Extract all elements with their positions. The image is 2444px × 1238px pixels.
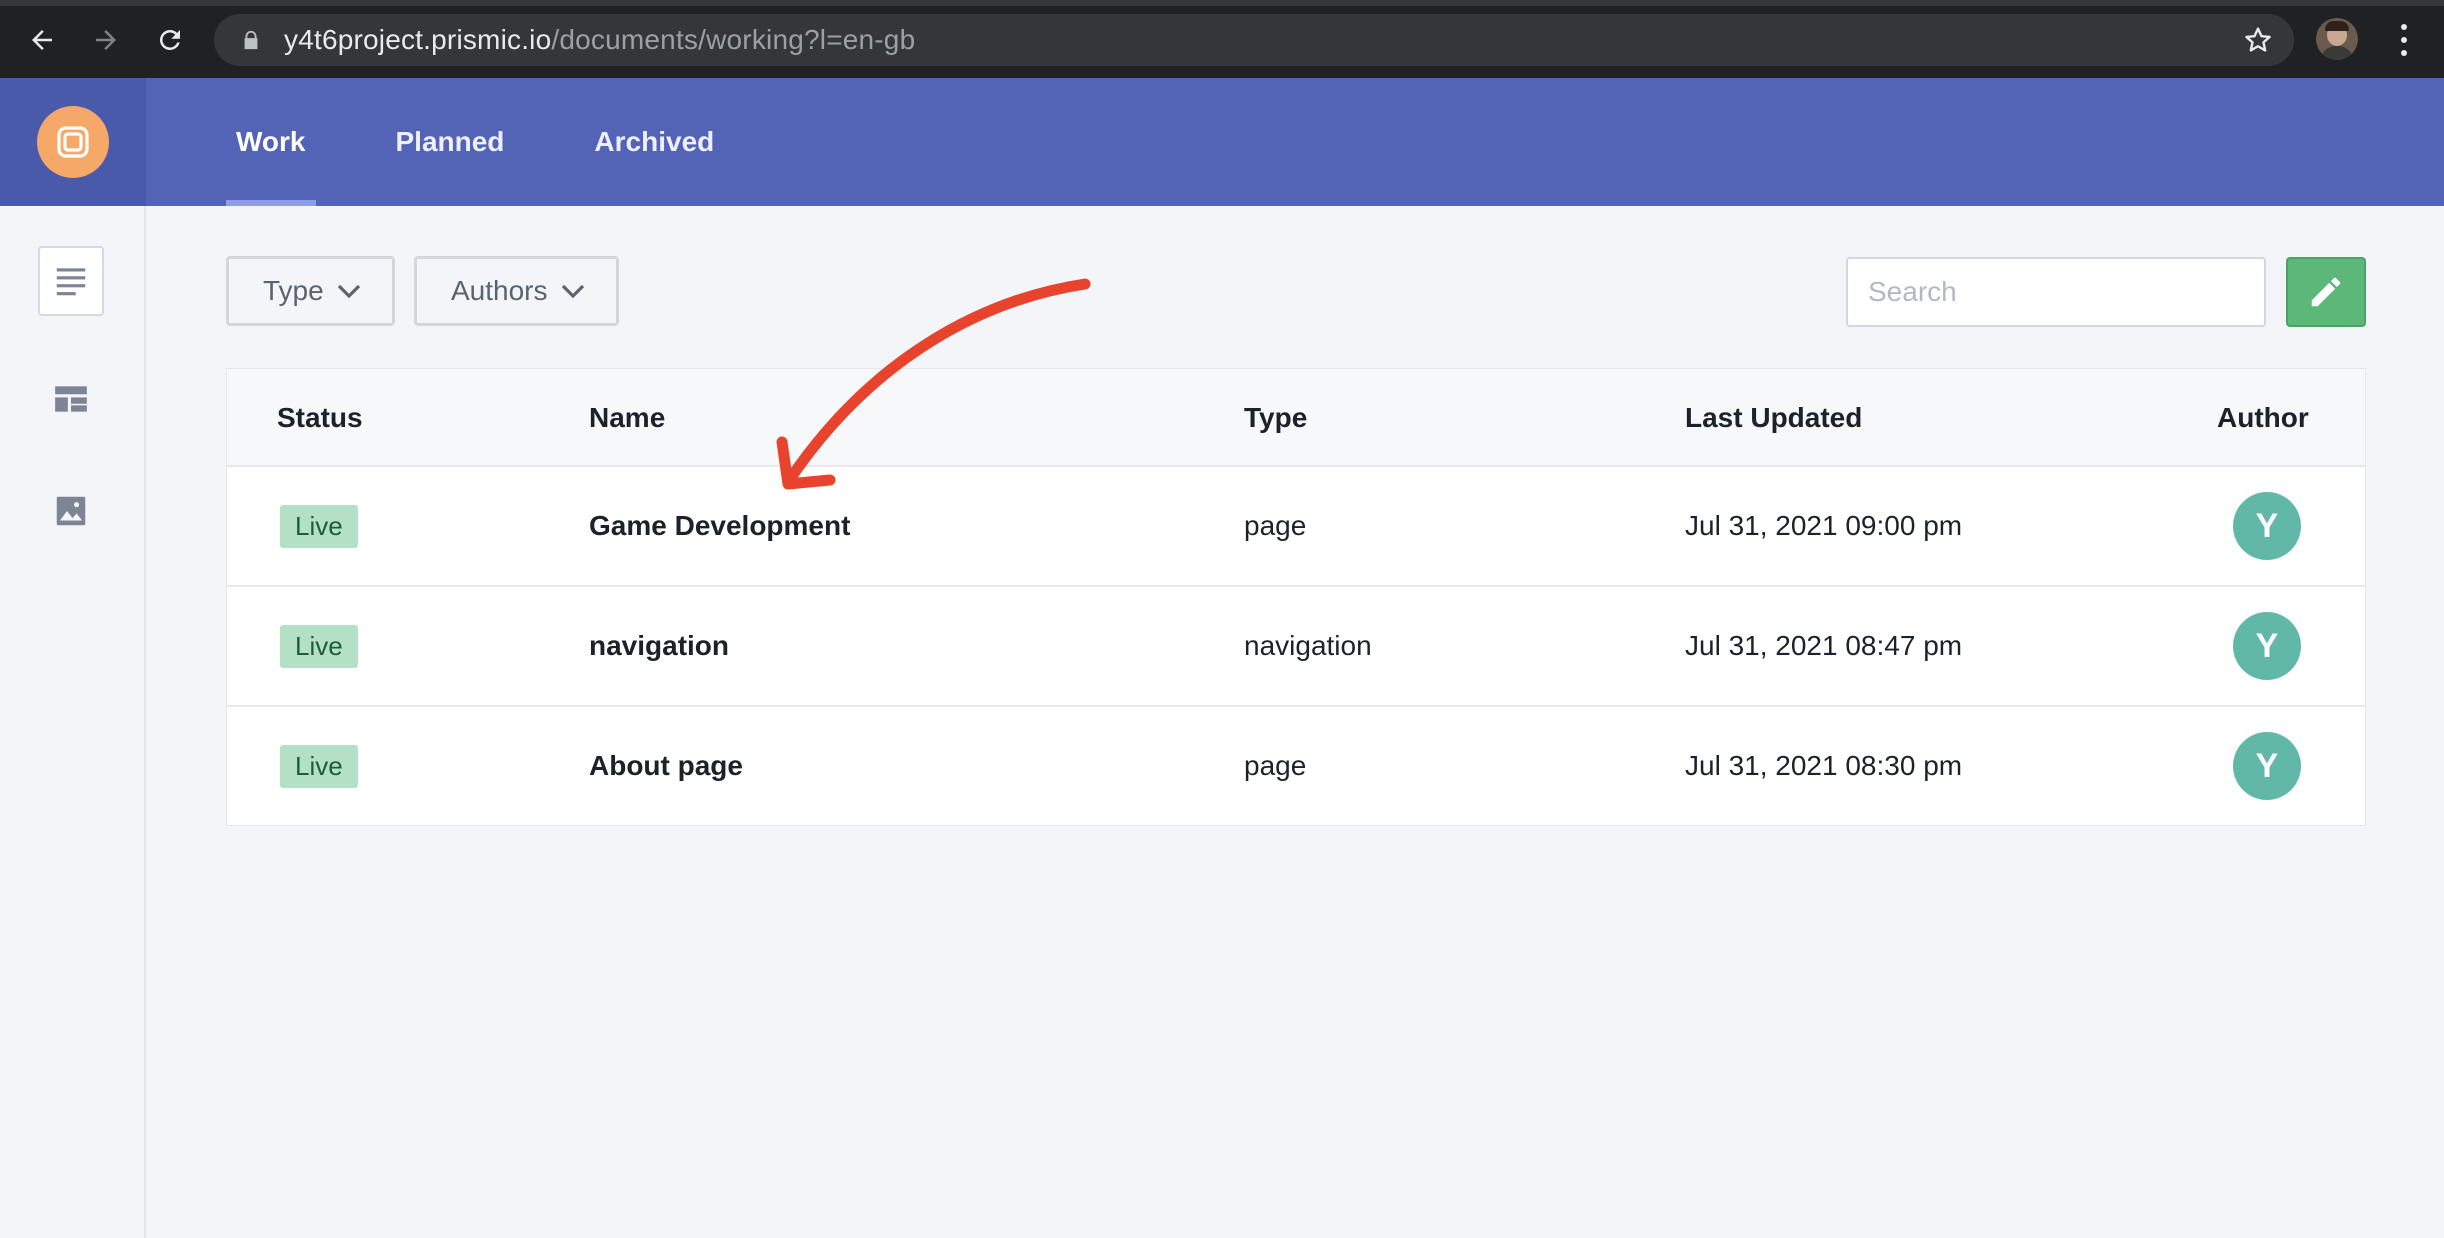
document-name[interactable]: Game Development: [589, 467, 850, 585]
document-type: page: [1244, 510, 1307, 541]
documents-icon: [56, 268, 86, 296]
tab-work[interactable]: Work: [226, 78, 316, 206]
reload-icon: [159, 29, 180, 50]
table-row[interactable]: Live Game Development page Jul 31, 2021 …: [227, 467, 2365, 587]
forward-button[interactable]: [82, 16, 130, 64]
sidebar-item-media[interactable]: [38, 476, 104, 546]
tab-planned[interactable]: Planned: [386, 78, 515, 206]
author-avatar: Y: [2233, 492, 2301, 560]
lock-icon: [240, 27, 262, 53]
status-badge: Live: [280, 744, 358, 788]
forward-arrow-icon: [96, 30, 116, 50]
author-avatar: Y: [2233, 612, 2301, 680]
status-badge: Live: [280, 504, 358, 548]
sidebar-item-custom-types[interactable]: [38, 364, 104, 434]
table-row[interactable]: Live navigation navigation Jul 31, 2021 …: [227, 587, 2365, 707]
search-input[interactable]: [1846, 257, 2266, 327]
document-type: navigation: [1244, 630, 1372, 661]
last-updated: Jul 31, 2021 08:30 pm: [1685, 750, 1963, 781]
pencil-icon: [2311, 277, 2341, 307]
document-tabs: Work Planned Archived: [226, 78, 794, 206]
url-text[interactable]: y4t6project.prismic.io/documents/working…: [284, 24, 915, 56]
document-type: page: [1244, 750, 1307, 781]
last-updated: Jul 31, 2021 08:47 pm: [1685, 630, 1963, 661]
bookmark-star-icon[interactable]: [2242, 24, 2274, 56]
table-row[interactable]: Live About page page Jul 31, 2021 08:30 …: [227, 707, 2365, 825]
url-path: /documents/working?l=en-gb: [551, 24, 916, 55]
new-document-button[interactable]: [2286, 257, 2366, 327]
address-bar[interactable]: y4t6project.prismic.io/documents/working…: [214, 14, 2294, 66]
column-header-last-updated[interactable]: Last Updated: [1685, 369, 1862, 467]
browser-toolbar: y4t6project.prismic.io/documents/working…: [0, 0, 2444, 78]
app-header: Work Planned Archived: [0, 78, 2444, 206]
tab-archived[interactable]: Archived: [584, 78, 724, 206]
back-button[interactable]: [18, 16, 66, 64]
prismic-logo-icon[interactable]: [37, 106, 109, 178]
status-badge: Live: [280, 624, 358, 668]
logo-area[interactable]: [0, 78, 146, 206]
url-host: y4t6project.prismic.io: [284, 24, 552, 55]
sidebar-item-documents[interactable]: [38, 246, 104, 316]
sidebar: [0, 206, 146, 1238]
column-header-author[interactable]: Author: [2217, 369, 2309, 467]
documents-table: Status Name Type Last Updated Author Liv…: [226, 368, 2366, 826]
document-name[interactable]: navigation: [589, 587, 729, 705]
back-arrow-icon: [32, 30, 52, 50]
column-header-type[interactable]: Type: [1244, 369, 1307, 467]
authors-filter-label: Authors: [451, 275, 548, 306]
type-filter-button[interactable]: Type: [226, 256, 395, 326]
reload-button[interactable]: [146, 16, 194, 64]
column-header-status[interactable]: Status: [277, 369, 363, 467]
column-header-name[interactable]: Name: [589, 369, 665, 467]
custom-types-icon: [55, 386, 87, 412]
chevron-down-icon: [337, 284, 360, 299]
table-header: Status Name Type Last Updated Author: [227, 369, 2365, 467]
last-updated: Jul 31, 2021 09:00 pm: [1685, 510, 1963, 541]
document-name[interactable]: About page: [589, 707, 743, 825]
chevron-down-icon: [561, 284, 584, 299]
media-library-icon: [56, 496, 86, 526]
author-avatar: Y: [2233, 732, 2301, 800]
type-filter-label: Type: [263, 275, 324, 306]
authors-filter-button[interactable]: Authors: [414, 256, 619, 326]
browser-menu-icon[interactable]: [2394, 20, 2414, 60]
tab-strip-edge: [0, 0, 2444, 6]
profile-avatar[interactable]: [2316, 18, 2358, 60]
